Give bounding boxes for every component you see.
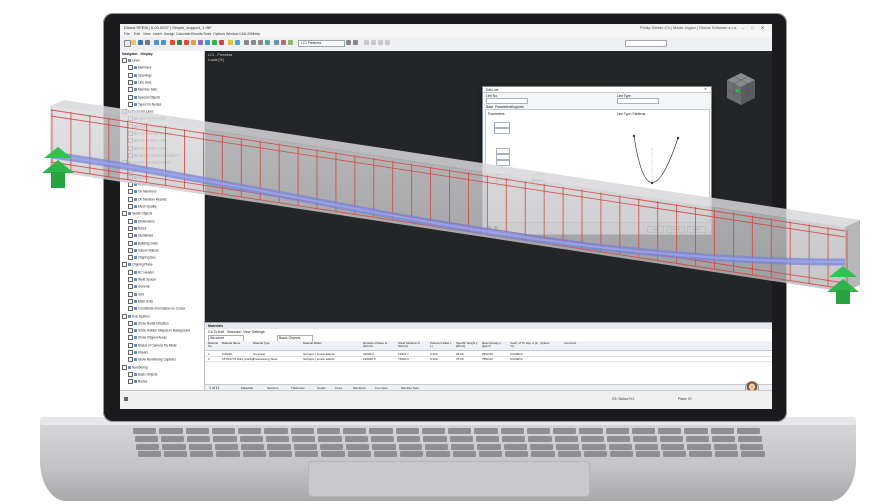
beam-model-overlay [42, 100, 860, 304]
